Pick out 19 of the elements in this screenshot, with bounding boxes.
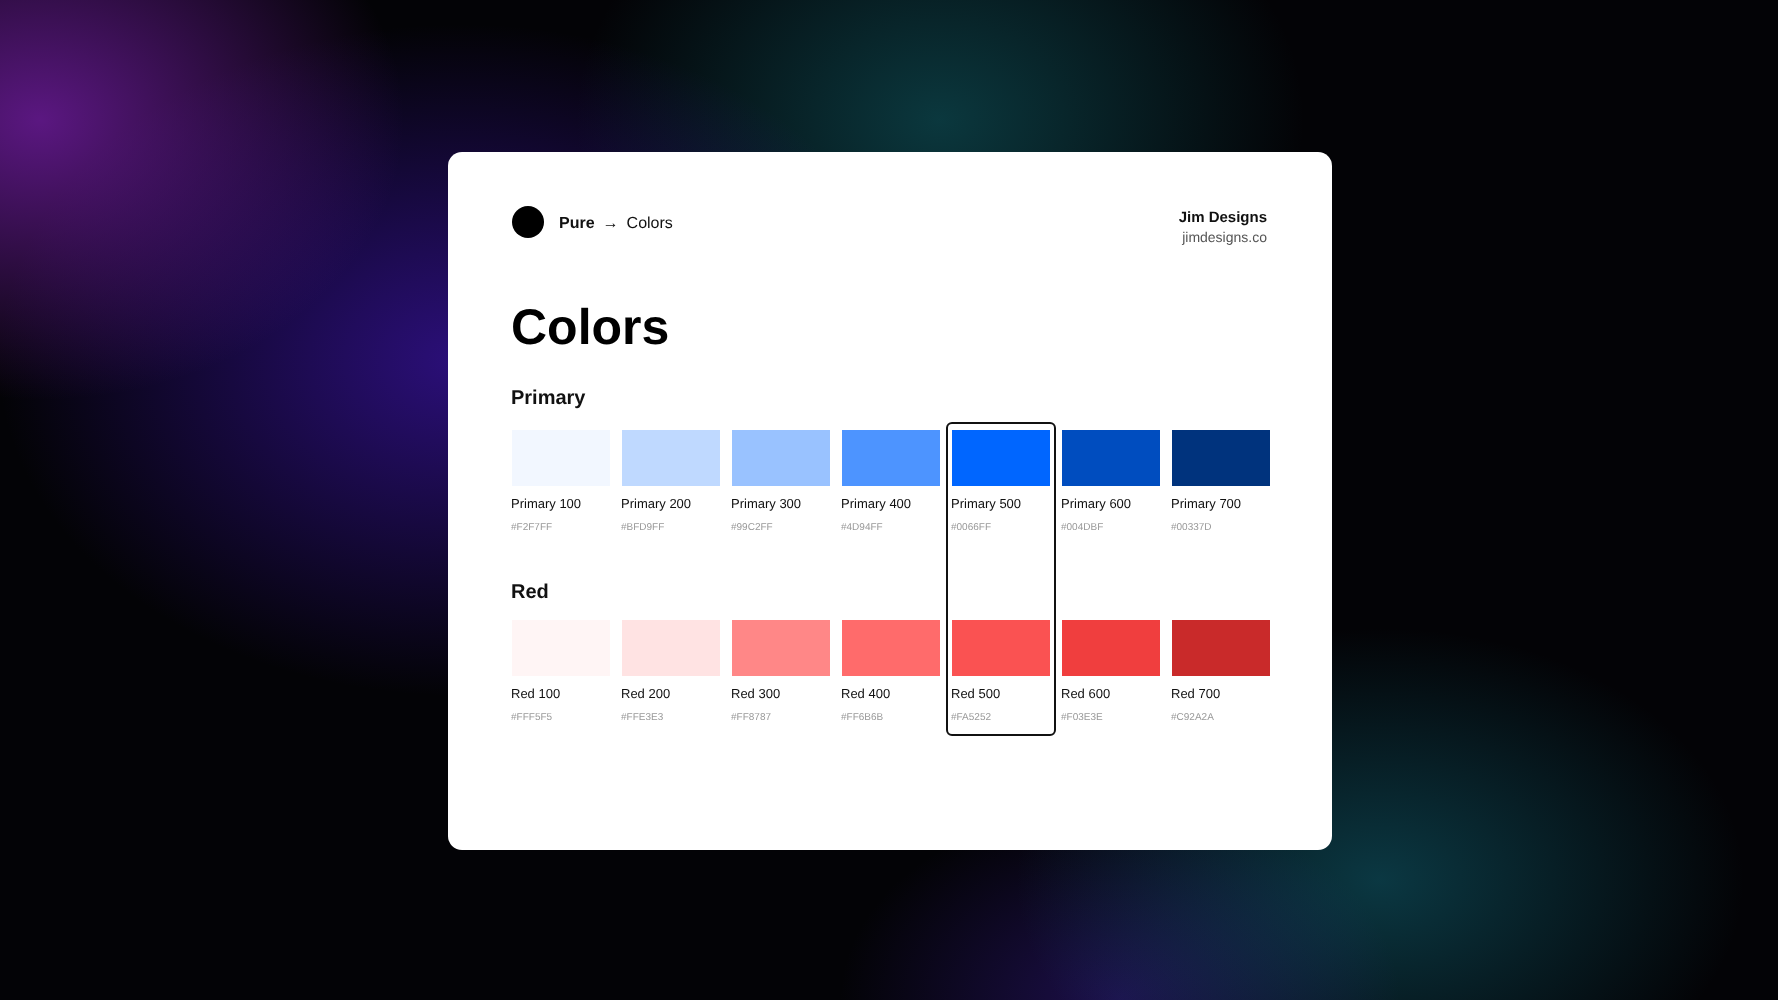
group-title: Red (511, 582, 551, 608)
color-swatch[interactable] (1061, 620, 1159, 676)
color-swatch[interactable] (1061, 430, 1159, 486)
color-swatch[interactable] (951, 430, 1049, 486)
breadcrumb-current: Colors (626, 213, 673, 231)
breadcrumb-link[interactable]: Pure (559, 213, 595, 231)
color-swatch[interactable] (951, 620, 1049, 676)
color-swatch[interactable] (1171, 620, 1269, 676)
color-swatch[interactable] (841, 620, 939, 676)
color-swatch[interactable] (841, 430, 939, 486)
color-swatch[interactable] (621, 620, 719, 676)
color-swatch[interactable] (1171, 430, 1269, 486)
group-title: Primary (511, 388, 588, 414)
color-swatch[interactable] (621, 430, 719, 486)
arrow-separator: → (602, 213, 619, 231)
color-swatch[interactable] (731, 430, 829, 486)
logo-circle-icon (511, 206, 543, 238)
page-title: Colors (511, 298, 672, 358)
color-swatch[interactable] (731, 620, 829, 676)
